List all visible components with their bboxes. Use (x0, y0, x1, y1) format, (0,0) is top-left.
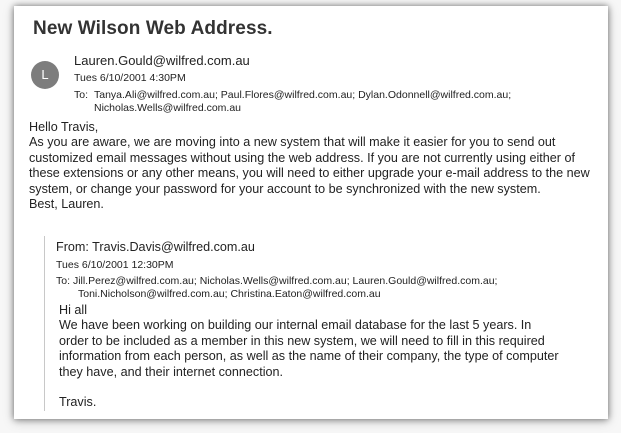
quoted-body-text: We have been working on building our int… (59, 318, 559, 379)
email-body-text: As you are aware, we are moving into a n… (29, 135, 590, 196)
quoted-recipients: To: Jill.Perez@wilfred.com.au; Nicholas.… (56, 275, 576, 301)
recipients: To: Tanya.Ali@wilfred.com.au; Paul.Flores… (74, 89, 594, 115)
recipients-line-2[interactable]: Nicholas.Wells@wilfred.com.au (74, 102, 594, 115)
quoted-body: Hi all We have been working on building … (59, 303, 559, 410)
quoted-message: From: Travis.Davis@wilfred.com.au Tues 6… (44, 236, 585, 411)
email-subject: New Wilson Web Address. (33, 18, 273, 39)
quoted-signoff: Travis. (59, 395, 97, 410)
email-message-card: New Wilson Web Address. L Lauren.Gould@w… (14, 6, 608, 419)
email-signoff: Best, Lauren. (29, 197, 104, 212)
sender-avatar[interactable]: L (31, 61, 59, 89)
recipients-line-1[interactable]: Tanya.Ali@wilfred.com.au; Paul.Flores@wi… (94, 89, 511, 101)
quoted-to-label: To: (56, 275, 71, 287)
email-body: Hello Travis, As you are aware, we are m… (29, 120, 604, 212)
quoted-sender[interactable]: From: Travis.Davis@wilfred.com.au (56, 240, 255, 254)
quoted-date: Tues 6/10/2001 12:30PM (56, 259, 174, 271)
quoted-greeting: Hi all (59, 303, 87, 317)
quoted-recipients-line-2[interactable]: Toni.Nicholson@wilfred.com.au; Christina… (56, 288, 576, 301)
screenshot-canvas: New Wilson Web Address. L Lauren.Gould@w… (0, 0, 621, 433)
to-label: To: (74, 89, 89, 101)
email-greeting: Hello Travis, (29, 120, 99, 134)
sent-date: Tues 6/10/2001 4:30PM (74, 72, 186, 84)
quoted-recipients-line-1[interactable]: Jill.Perez@wilfred.com.au; Nicholas.Well… (73, 275, 498, 287)
sender-address[interactable]: Lauren.Gould@wilfred.com.au (74, 53, 250, 68)
